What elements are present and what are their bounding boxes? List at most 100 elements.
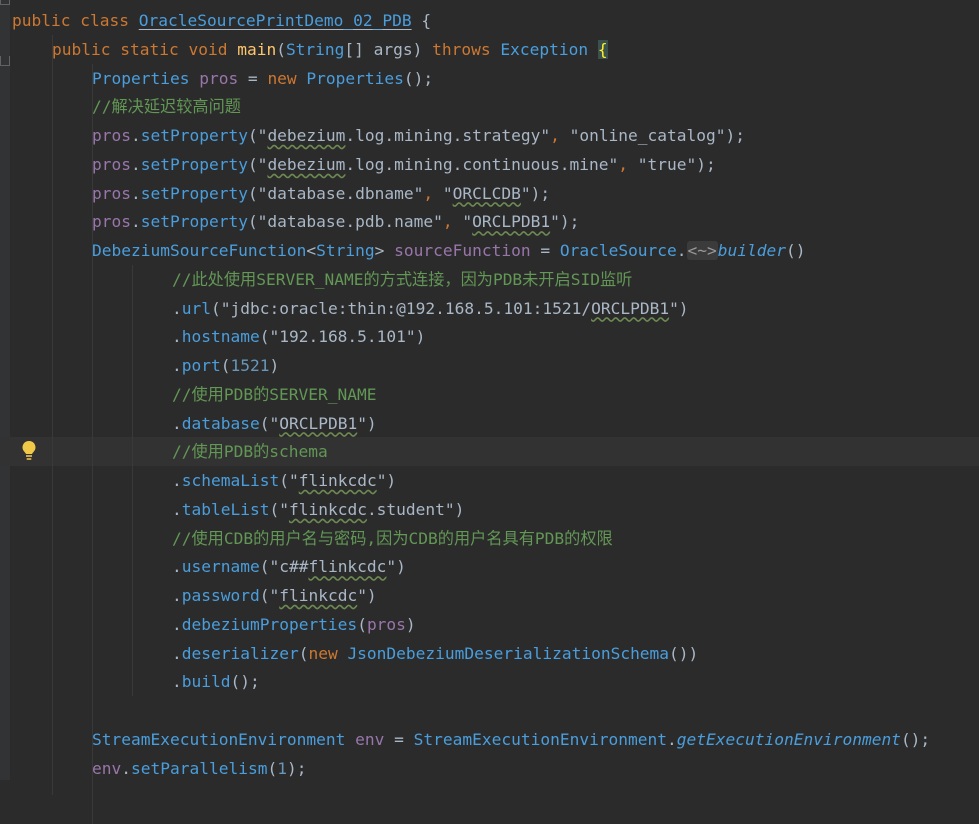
code-token: setProperty (140, 212, 248, 232)
code-token: ); (696, 154, 716, 174)
code-token: . (172, 356, 182, 375)
code-line-content: .debeziumProperties(pros) (12, 615, 416, 634)
code-line[interactable]: pros.setProperty("database.dbname", "ORC… (12, 179, 979, 208)
code-token: ORCLPDB1 (591, 298, 670, 318)
code-token: public (12, 11, 81, 30)
code-token: new (267, 68, 307, 88)
code-token: debezium (267, 126, 346, 145)
code-token: (" (269, 499, 289, 519)
code-line[interactable]: .password("flinkcdc") (12, 581, 979, 610)
code-token: ") (386, 557, 406, 577)
code-line[interactable]: .port(1521) (12, 351, 979, 380)
code-token: DebeziumSourceFunction (92, 241, 307, 260)
code-token: (); (230, 672, 260, 692)
code-token: < (306, 241, 317, 260)
code-line-content: .username("c##flinkcdc") (12, 557, 406, 576)
code-line[interactable]: .username("c##flinkcdc") (12, 552, 979, 581)
code-token: . (172, 557, 182, 577)
code-line[interactable]: .schemaList("flinkcdc") (12, 466, 979, 495)
code-line[interactable]: .build(); (12, 667, 979, 696)
code-token: . (121, 758, 131, 778)
code-token: Properties (92, 68, 200, 88)
code-token: setParallelism (131, 758, 268, 778)
code-token: flinkcdc (288, 499, 367, 519)
code-token: . (172, 327, 182, 347)
code-token: debeziumProperties (181, 614, 358, 634)
code-token: ("database.pdb.name" (247, 212, 443, 232)
code-line-content: public static void main(String[] args) t… (12, 39, 608, 59)
code-line[interactable]: .tableList("flinkcdc.student") (12, 495, 979, 524)
code-token: ORCLPDB1 (472, 212, 551, 232)
code-line-content: public class OracleSourcePrintDemo_02_PD… (12, 11, 431, 30)
code-token: ") (357, 586, 377, 605)
code-token: , (550, 126, 570, 145)
code-token: pros (92, 126, 131, 145)
code-token: "); (550, 212, 580, 232)
code-line[interactable]: DebeziumSourceFunction<String> sourceFun… (12, 236, 979, 265)
code-token: //解决延迟较高问题 (92, 97, 241, 117)
code-token: . (172, 413, 182, 433)
code-line-content: DebeziumSourceFunction<String> sourceFun… (12, 241, 806, 260)
code-token: { (411, 11, 432, 30)
code-line[interactable]: .hostname("192.168.5.101") (12, 322, 979, 351)
code-line-content: Properties pros = new Properties(); (12, 69, 433, 88)
code-line[interactable]: .deserializer(new JsonDebeziumDeserializ… (12, 639, 979, 668)
code-token: . (676, 241, 687, 260)
code-line[interactable]: //使用CDB的用户名与密码,因为CDB的用户名具有PDB的权限 (12, 524, 979, 553)
code-line[interactable]: Properties pros = new Properties(); (12, 64, 979, 93)
code-line[interactable] (12, 696, 979, 725)
code-token: setProperty (140, 154, 248, 174)
code-line[interactable]: env.setParallelism(1); (12, 754, 979, 783)
code-line[interactable]: .url("jdbc:oracle:thin:@192.168.5.101:15… (12, 294, 979, 323)
code-token: (" (247, 154, 268, 174)
code-line[interactable]: .debeziumProperties(pros) (12, 610, 979, 639)
code-token: ("database.dbname" (247, 183, 424, 203)
code-token: ("192.168.5.101") (259, 327, 426, 347)
code-token: .log.mining.continuous.mine" (345, 154, 619, 174)
fold-marker-icon[interactable] (0, 56, 10, 66)
lightbulb-icon[interactable] (21, 440, 37, 462)
code-line[interactable]: //解决延迟较高问题 (12, 92, 979, 121)
code-token: . (172, 643, 182, 663)
code-token: . (172, 298, 182, 318)
code-token: JsonDebeziumDeserializationSchema (347, 643, 670, 663)
code-line-content: pros.setProperty("debezium.log.mining.st… (12, 126, 745, 145)
code-token: getExecutionEnvironment (676, 729, 901, 749)
indent-guide (92, 63, 93, 824)
code-token: (); (900, 729, 931, 749)
code-token: , (442, 212, 463, 232)
code-line[interactable]: StreamExecutionEnvironment env = StreamE… (12, 725, 979, 754)
fold-marker-icon[interactable] (0, 0, 10, 5)
code-token: (); (403, 68, 434, 88)
code-token: throws (432, 39, 501, 59)
code-token: String (316, 241, 375, 260)
code-line[interactable]: public class OracleSourcePrintDemo_02_PD… (12, 6, 979, 35)
code-token: "online_catalog" (569, 126, 726, 145)
code-token: deserializer (181, 643, 299, 663)
code-token: . (667, 729, 677, 749)
code-token: flinkcdc (279, 586, 358, 605)
code-token: [] args) (344, 39, 433, 59)
code-line[interactable]: public static void main(String[] args) t… (12, 35, 979, 64)
code-line-content: .build(); (12, 672, 260, 691)
code-token: pros (92, 212, 131, 232)
code-line-content: env.setParallelism(1); (12, 759, 306, 778)
code-line[interactable]: .database("ORCLPDB1") (12, 409, 979, 438)
code-line[interactable]: //此处使用SERVER_NAME的方式连接，因为PDB未开启SID监听 (12, 265, 979, 294)
code-token: ) (405, 614, 416, 634)
code-token: setProperty (140, 183, 248, 203)
code-line-content: //使用PDB的SERVER_NAME (12, 385, 377, 404)
code-line[interactable]: pros.setProperty("debezium.log.mining.st… (12, 121, 979, 150)
code-token: ( (357, 614, 367, 634)
code-line[interactable]: //使用PDB的SERVER_NAME (12, 380, 979, 409)
code-token: OracleSource (559, 241, 677, 260)
code-line-content: .database("ORCLPDB1") (12, 414, 377, 433)
code-line[interactable]: pros.setProperty("debezium.log.mining.co… (12, 150, 979, 179)
code-token: flinkcdc (298, 471, 377, 490)
code-line[interactable]: pros.setProperty("database.pdb.name", "O… (12, 207, 979, 236)
code-line-content: //使用CDB的用户名与密码,因为CDB的用户名具有PDB的权限 (12, 529, 613, 548)
code-token: sourceFunction (394, 241, 531, 260)
code-line[interactable]: //使用PDB的schema (0, 437, 979, 467)
code-token: class (80, 11, 139, 30)
code-token: pros (199, 68, 239, 88)
